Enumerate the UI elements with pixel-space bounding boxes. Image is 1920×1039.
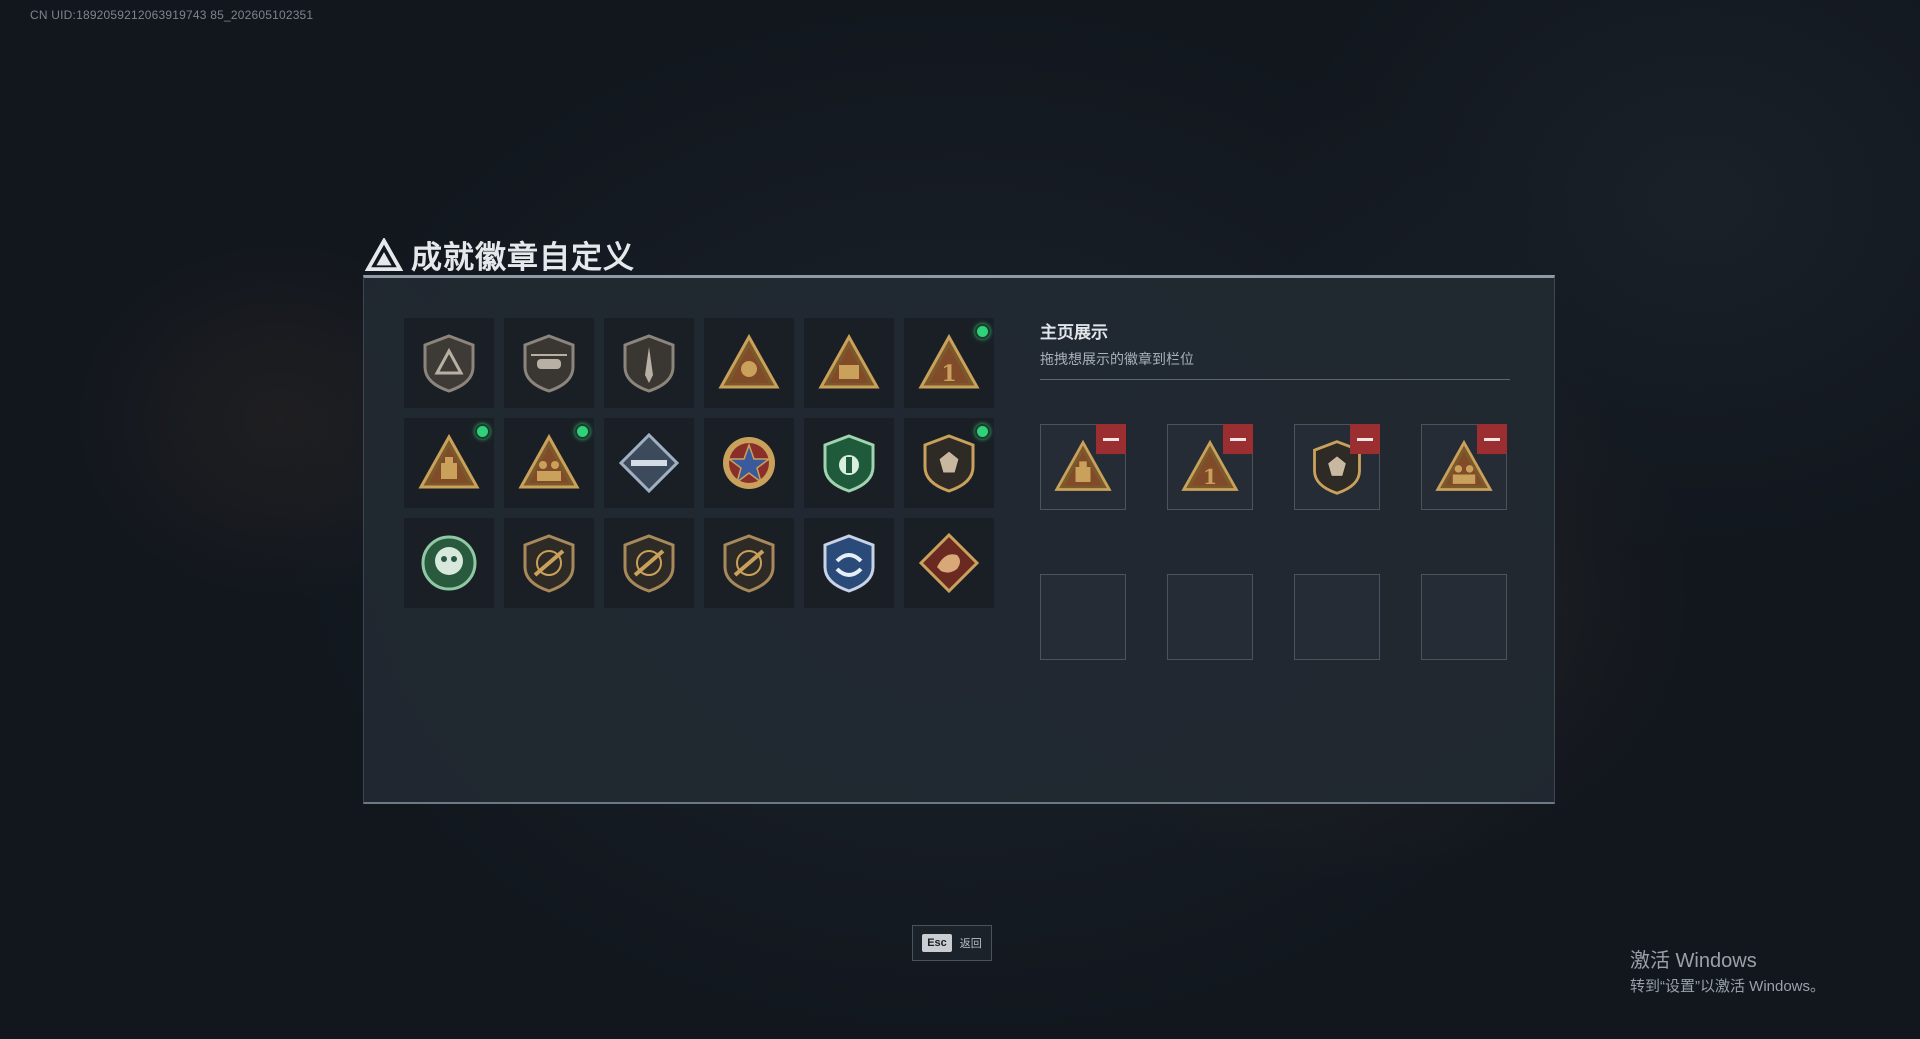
- svg-text:1: 1: [941, 361, 956, 387]
- new-badge-dot: [475, 424, 490, 439]
- gem-shield-badge-icon: [923, 434, 975, 493]
- badge-cell[interactable]: [704, 318, 794, 408]
- remove-badge-button[interactable]: [1096, 424, 1126, 454]
- badge-cell[interactable]: [404, 518, 494, 608]
- minus-icon: [1103, 437, 1119, 441]
- showcase-slot-empty[interactable]: [1421, 574, 1507, 660]
- badge-panel: 1 主页展示 拖拽想展示的徽章到栏位 1: [363, 275, 1555, 804]
- dragon-diamond-badge-icon: [918, 532, 980, 594]
- rifle-shield-badge-1-icon: [523, 534, 575, 593]
- remove-badge-button[interactable]: [1477, 424, 1507, 454]
- crate-triangle-badge-icon: [418, 433, 480, 489]
- badge-cell[interactable]: [804, 318, 894, 408]
- badge-cell[interactable]: [804, 418, 894, 508]
- dagger-shield-badge-icon: [623, 334, 675, 393]
- minus-icon: [1357, 437, 1373, 441]
- showcase-slot-filled[interactable]: 1: [1167, 424, 1253, 510]
- badge-cell[interactable]: [504, 518, 594, 608]
- showcase-title: 主页展示: [1040, 323, 1108, 342]
- badge-cell[interactable]: [404, 318, 494, 408]
- helicopter-shield-badge-icon: [523, 334, 575, 393]
- showcase-slot-empty[interactable]: [1294, 574, 1380, 660]
- green-emblem-badge-icon: [421, 535, 477, 591]
- blue-arrows-shield-badge-icon: [823, 534, 875, 593]
- watermark-line2: 转到“设置”以激活 Windows。: [1630, 978, 1826, 995]
- esc-key-icon: Esc: [922, 934, 952, 952]
- badge-cell[interactable]: [804, 518, 894, 608]
- back-label: 返回: [959, 938, 982, 950]
- page-title: 成就徽章自定义: [411, 240, 635, 276]
- watermark-line1: 激活 Windows: [1630, 950, 1757, 972]
- badge-cell[interactable]: [604, 418, 694, 508]
- hand-triangle-badge-icon: [718, 333, 780, 389]
- rifle-shield-badge-2-icon: [623, 534, 675, 593]
- soldiers-triangle-badge-icon: [518, 433, 580, 489]
- showcase-slot-filled[interactable]: [1421, 424, 1507, 510]
- showcase-slot-empty[interactable]: [1040, 574, 1126, 660]
- badge-cell[interactable]: [604, 518, 694, 608]
- showcase-slot-filled[interactable]: [1294, 424, 1380, 510]
- badge-cell[interactable]: [504, 418, 594, 508]
- new-badge-dot: [575, 424, 590, 439]
- showcase-slot-filled[interactable]: [1040, 424, 1126, 510]
- green-shield-badge-icon: [823, 434, 875, 493]
- remove-badge-button[interactable]: [1350, 424, 1380, 454]
- showcase-slots: 1: [1040, 424, 1507, 660]
- badge-cell[interactable]: [904, 518, 994, 608]
- new-badge-dot: [975, 324, 990, 339]
- homepage-showcase: 主页展示 拖拽想展示的徽章到栏位 1: [1040, 318, 1510, 660]
- badge-cell[interactable]: [404, 418, 494, 508]
- badge-cell[interactable]: [704, 418, 794, 508]
- star-medal-badge-icon: [723, 437, 775, 489]
- showcase-slot-empty[interactable]: [1167, 574, 1253, 660]
- windows-activation-watermark: 激活 Windows 转到“设置”以激活 Windows。: [1630, 944, 1825, 996]
- remove-badge-button[interactable]: [1223, 424, 1253, 454]
- ammo-triangle-badge-icon: [818, 333, 880, 389]
- triangle-logo-icon: [365, 237, 403, 271]
- badge-cell[interactable]: [604, 318, 694, 408]
- svg-text:1: 1: [1203, 465, 1217, 489]
- minus-icon: [1484, 437, 1500, 441]
- grey-triangle-shield-badge-icon: [423, 334, 475, 393]
- badge-cell[interactable]: [904, 418, 994, 508]
- esc-back-button[interactable]: Esc 返回: [912, 925, 992, 961]
- rifle-shield-badge-3-icon: [723, 534, 775, 593]
- uid-label: CN UID:1892059212063919743 85_2026051023…: [30, 8, 314, 22]
- minus-icon: [1230, 437, 1246, 441]
- badge-cell[interactable]: [504, 318, 594, 408]
- showcase-subtitle: 拖拽想展示的徽章到栏位: [1040, 351, 1194, 367]
- title-row: 成就徽章自定义: [365, 232, 635, 277]
- badge-cell[interactable]: [704, 518, 794, 608]
- number-one-triangle-badge-icon: 1: [918, 333, 980, 389]
- badge-cell[interactable]: 1: [904, 318, 994, 408]
- new-badge-dot: [975, 424, 990, 439]
- rifle-diamond-badge-icon: [618, 432, 680, 494]
- divider: [1040, 379, 1510, 380]
- badge-grid: 1: [404, 318, 994, 608]
